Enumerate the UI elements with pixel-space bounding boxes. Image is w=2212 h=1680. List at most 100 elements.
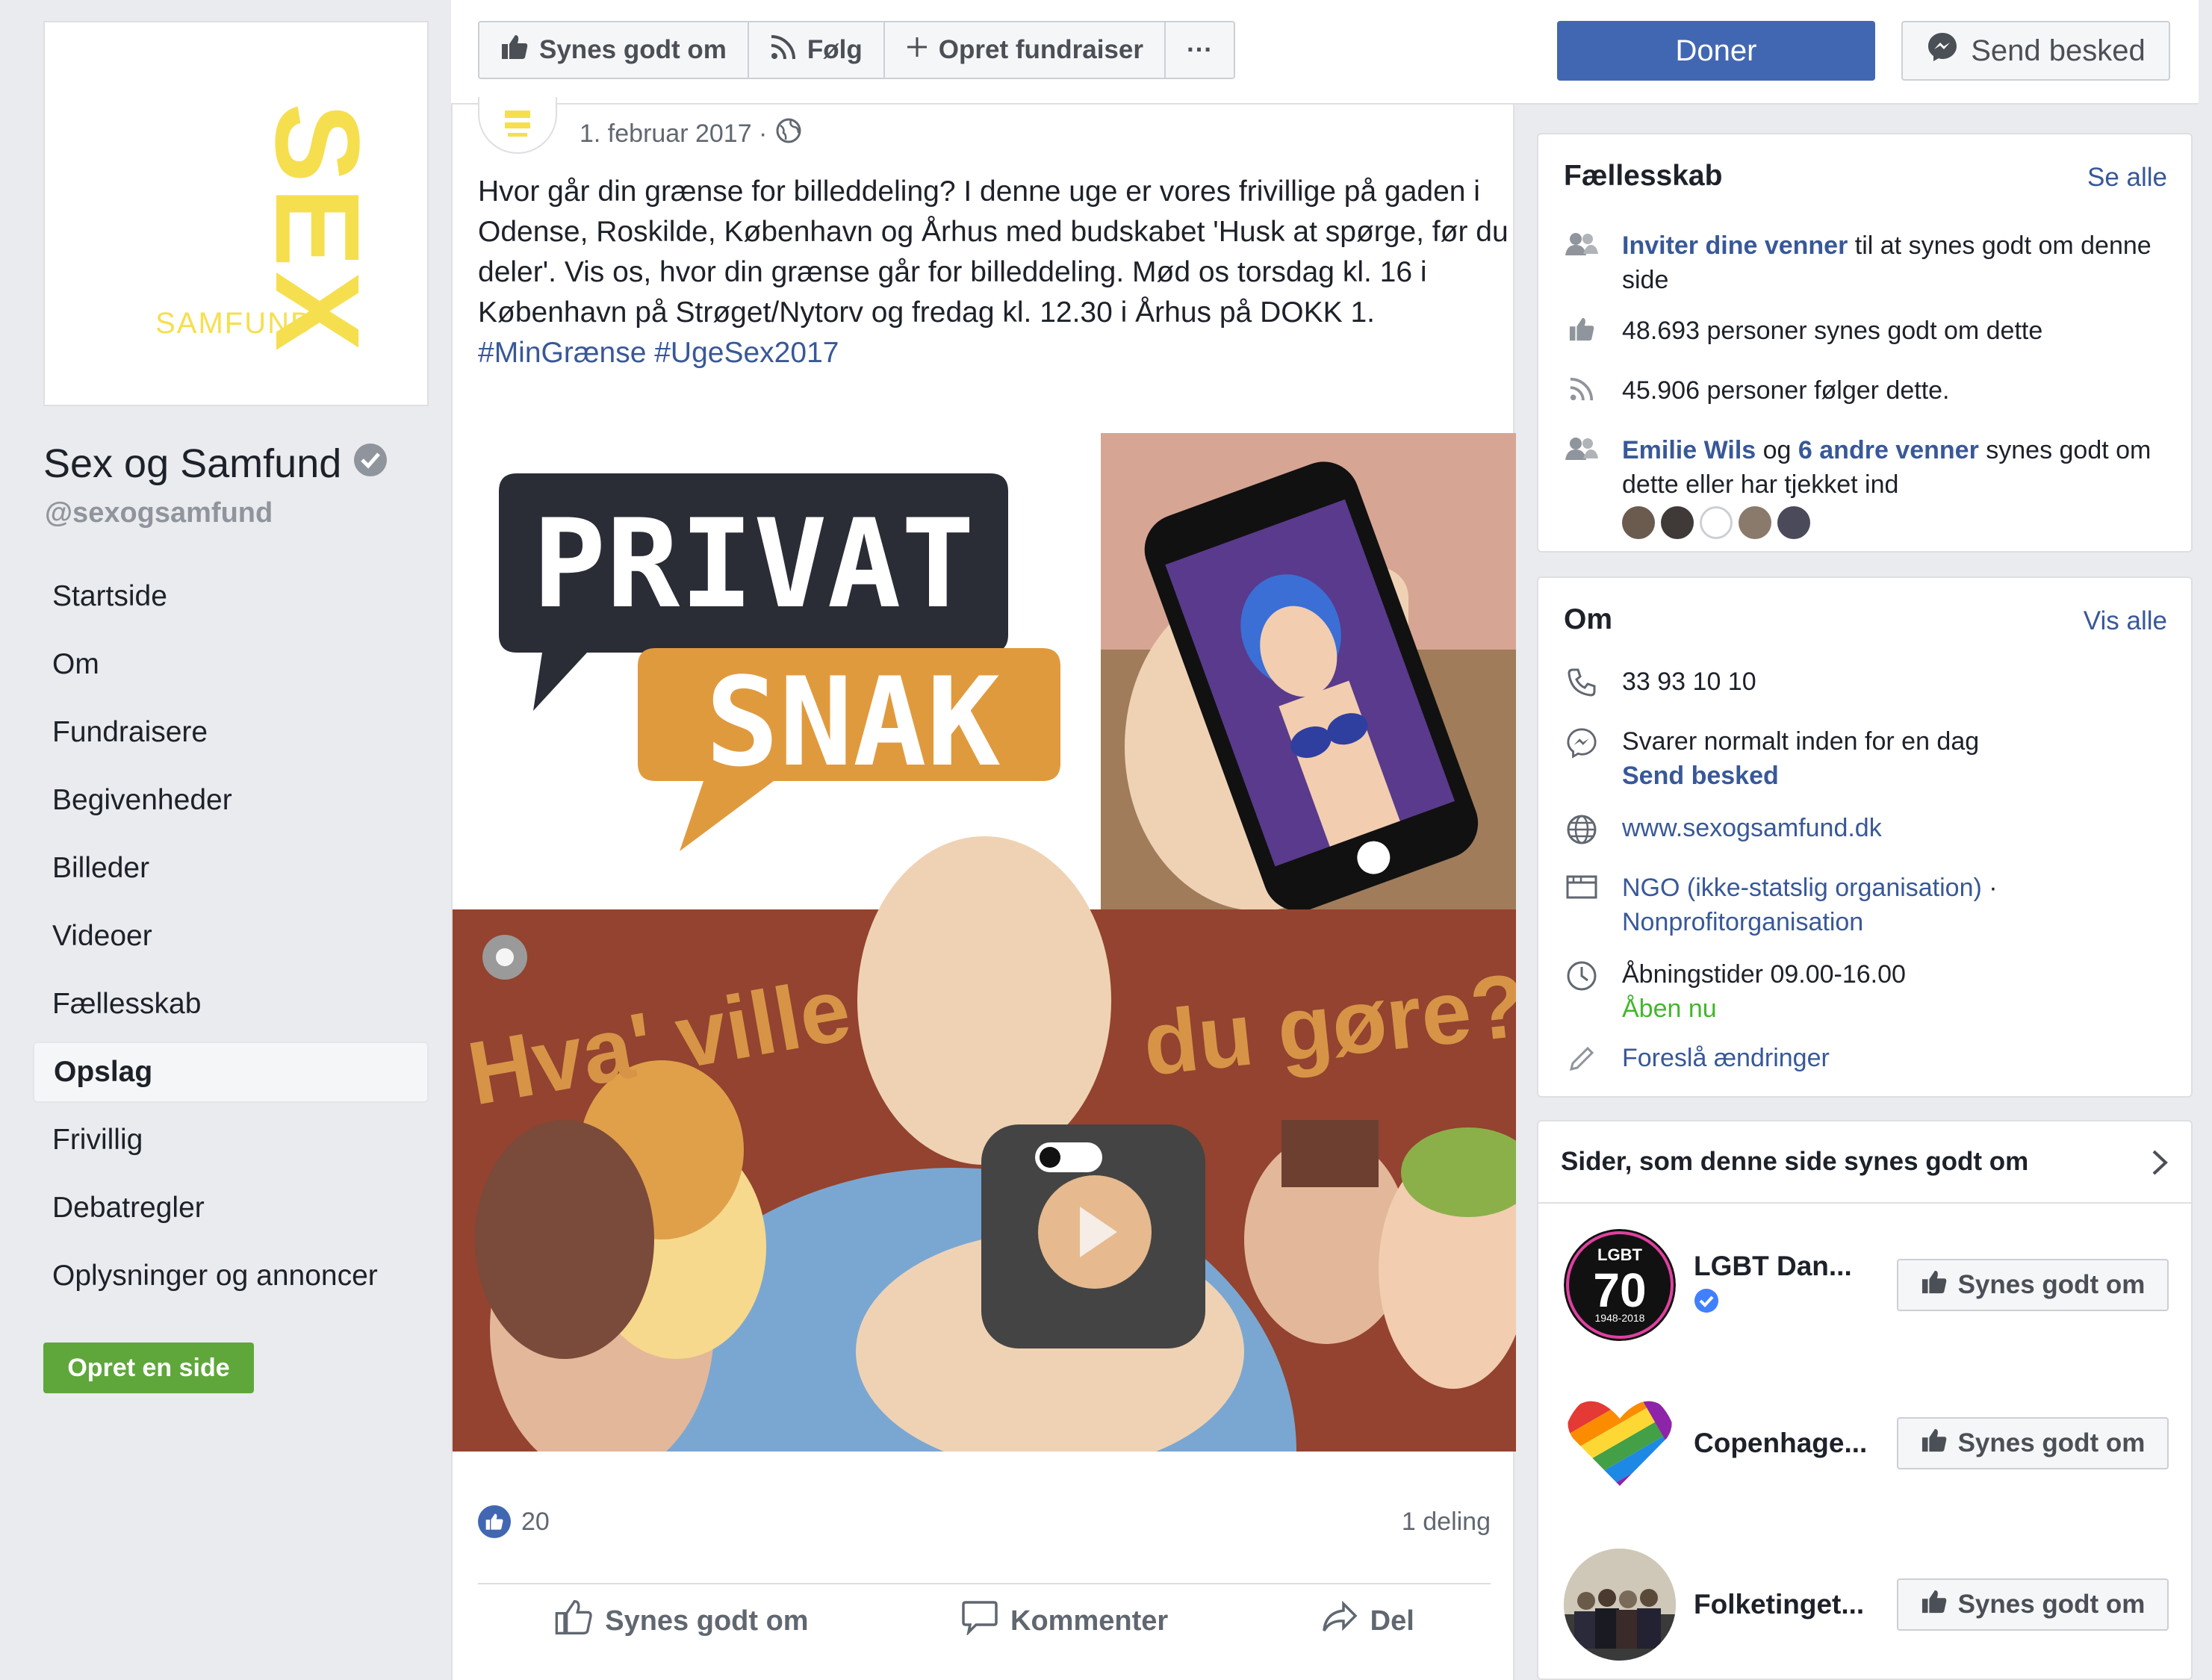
donate-button[interactable]: Doner (1557, 21, 1875, 81)
about-card: Om Vis alle 33 93 10 10 Svarer normalt i… (1537, 576, 2193, 1098)
follows-count-text: 45.906 personer følger dette. (1622, 376, 1950, 405)
nav-item-om[interactable]: Om (33, 634, 429, 695)
share-count[interactable]: 1 deling (1402, 1508, 1491, 1537)
community-see-all-link[interactable]: Se alle (2087, 163, 2167, 193)
thumbs-up-icon (1921, 1589, 1948, 1621)
likes-row: 48.693 personer synes godt om dette (1564, 314, 2169, 348)
avatar[interactable] (1661, 506, 1694, 539)
nav-item-faellesskab[interactable]: Fællesskab (33, 974, 429, 1035)
like-button-label: Synes godt om (1957, 1428, 2146, 1457)
nav-item-begivenheder[interactable]: Begivenheder (33, 770, 429, 831)
logo-sub-text: SAMFUND (155, 307, 314, 340)
post-actions-bar: Synes godt om Kommenter Del (478, 1583, 1491, 1658)
comment-icon (961, 1599, 998, 1643)
globe-icon (776, 118, 801, 150)
follows-row: 45.906 personer følger dette. (1564, 373, 2169, 408)
about-send-message-link[interactable]: Send besked (1622, 762, 1779, 790)
avatar[interactable] (1700, 506, 1733, 539)
create-fundraiser-button[interactable]: Opret fundraiser (885, 22, 1166, 78)
post-share-label: Del (1370, 1605, 1414, 1637)
friend-name-link[interactable]: Emilie Wils (1622, 436, 1756, 464)
invite-friends-link[interactable]: Inviter dine venner (1622, 231, 1848, 260)
liked-pages-card: Sider, som denne side synes godt om LGBT… (1537, 1120, 2193, 1680)
other-friends-link[interactable]: 6 andre venner (1798, 436, 1979, 464)
hours-row: Åbningstider 09.00-16.00 Åben nu (1564, 957, 2169, 1026)
liked-page-item: LGBT 70 1948-2018 LGBT Dan... Synes godt o… (1564, 1229, 2169, 1341)
liked-page-like-button[interactable]: Synes godt om (1897, 1417, 2169, 1469)
response-time-text: Svarer normalt inden for en dag (1622, 727, 1980, 756)
page-name-text: Sex og Samfund (43, 441, 342, 486)
nav-item-frivillig[interactable]: Frivillig (33, 1110, 429, 1171)
more-options-button[interactable]: ··· (1166, 22, 1234, 78)
nav-item-oplysninger[interactable]: Oplysninger og annoncer (33, 1245, 429, 1307)
send-message-button[interactable]: Send besked (1901, 21, 2170, 81)
nav-item-fundraisere[interactable]: Fundraisere (33, 702, 429, 763)
messenger-icon (1564, 724, 1600, 793)
about-title: Om (1564, 603, 1613, 635)
post-author-avatar[interactable] (478, 97, 557, 154)
follow-button[interactable]: Følg (749, 22, 885, 78)
send-message-label: Send besked (1971, 34, 2146, 67)
rss-icon (1564, 373, 1600, 408)
sex-og-samfund-logo: SEX SAMFUND (155, 103, 385, 355)
globe-icon (1564, 811, 1600, 845)
post-comment-button[interactable]: Kommenter (961, 1599, 1168, 1643)
liked-page-like-button[interactable]: Synes godt om (1897, 1578, 2169, 1631)
page-actions-group: Synes godt om Følg Opret fundraiser ··· (478, 21, 1235, 79)
lgbt-thumb-years: 1948-2018 (1595, 1312, 1645, 1324)
liked-pages-title: Sider, som denne side synes godt om (1561, 1147, 2029, 1176)
verified-badge-icon (353, 441, 388, 487)
website-link[interactable]: www.sexogsamfund.dk (1622, 811, 1882, 845)
invite-friends-row: Inviter dine venner til at synes godt om… (1564, 228, 2169, 297)
like-page-label: Synes godt om (539, 35, 727, 64)
post-card: 1. februar 2017 · Hvor går din grænse fo… (451, 97, 1516, 1680)
folketinget-photo[interactable] (1564, 1549, 1676, 1661)
phone-number[interactable]: 33 93 10 10 (1622, 665, 1756, 699)
post-image[interactable]: PRIVAT SNAK Hva' ville du gøre? (453, 433, 1516, 1452)
avatar[interactable] (1739, 506, 1771, 539)
reaction-count[interactable]: 20 (478, 1505, 550, 1538)
post-timestamp[interactable]: 1. februar 2017 · (580, 118, 801, 150)
plus-icon (906, 35, 928, 65)
rss-icon (770, 34, 797, 67)
lgbt-thumb-number: 70 (1593, 1263, 1646, 1317)
post-hashtags[interactable]: #MinGrænse #UgeSex2017 (478, 337, 839, 369)
thumbs-up-outline-icon (554, 1599, 593, 1643)
suggest-edits-link[interactable]: Foreslå ændringer (1622, 1041, 1830, 1075)
nav-item-videoer[interactable]: Videoer (33, 906, 429, 967)
friends-icon (1564, 228, 1600, 297)
liked-page-name[interactable]: LGBT Dan... (1694, 1251, 1888, 1282)
friend-avatars (1622, 506, 2169, 539)
avatar[interactable] (1777, 506, 1810, 539)
pencil-icon (1564, 1041, 1600, 1075)
like-reaction-icon (478, 1505, 511, 1538)
about-see-all-link[interactable]: Vis alle (2084, 606, 2167, 636)
avatar[interactable] (1622, 506, 1655, 539)
liked-pages-header[interactable]: Sider, som denne side synes godt om (1538, 1121, 2191, 1204)
nav-item-startside[interactable]: Startside (33, 566, 429, 627)
lgbt-danmark-logo[interactable]: LGBT 70 1948-2018 (1564, 1229, 1676, 1341)
category-link[interactable]: NGO (ikke-statslig organisation) (1622, 874, 1982, 902)
create-fundraiser-label: Opret fundraiser (938, 35, 1143, 64)
nav-item-billeder[interactable]: Billeder (33, 838, 429, 899)
chevron-right-icon[interactable] (2151, 1148, 2169, 1183)
like-page-button[interactable]: Synes godt om (479, 22, 749, 78)
likes-count-text: 48.693 personer synes godt om dette (1622, 317, 2043, 345)
follow-label: Følg (807, 35, 863, 64)
liked-page-name[interactable]: Folketinget... (1694, 1589, 1888, 1620)
phone-row: 33 93 10 10 (1564, 665, 2169, 699)
rainbow-heart-logo[interactable] (1564, 1387, 1676, 1499)
nav-item-debatregler[interactable]: Debatregler (33, 1177, 429, 1239)
page-profile-picture[interactable]: SEX SAMFUND (43, 21, 429, 406)
post-share-button[interactable]: Del (1321, 1600, 1414, 1641)
nav-item-opslag[interactable]: Opslag (33, 1042, 429, 1103)
post-like-button[interactable]: Synes godt om (554, 1599, 809, 1643)
liked-page-item: Folketinget... Synes godt om (1564, 1549, 2169, 1661)
create-page-button[interactable]: Opret en side (43, 1343, 254, 1393)
page-handle[interactable]: @sexogsamfund (45, 497, 273, 529)
flag-icon (1564, 871, 1600, 939)
liked-page-like-button[interactable]: Synes godt om (1897, 1259, 2169, 1311)
small-logo-icon (505, 111, 530, 137)
category2-link[interactable]: Nonprofitorganisation (1622, 908, 1863, 936)
liked-page-name[interactable]: Copenhage... (1694, 1428, 1888, 1459)
